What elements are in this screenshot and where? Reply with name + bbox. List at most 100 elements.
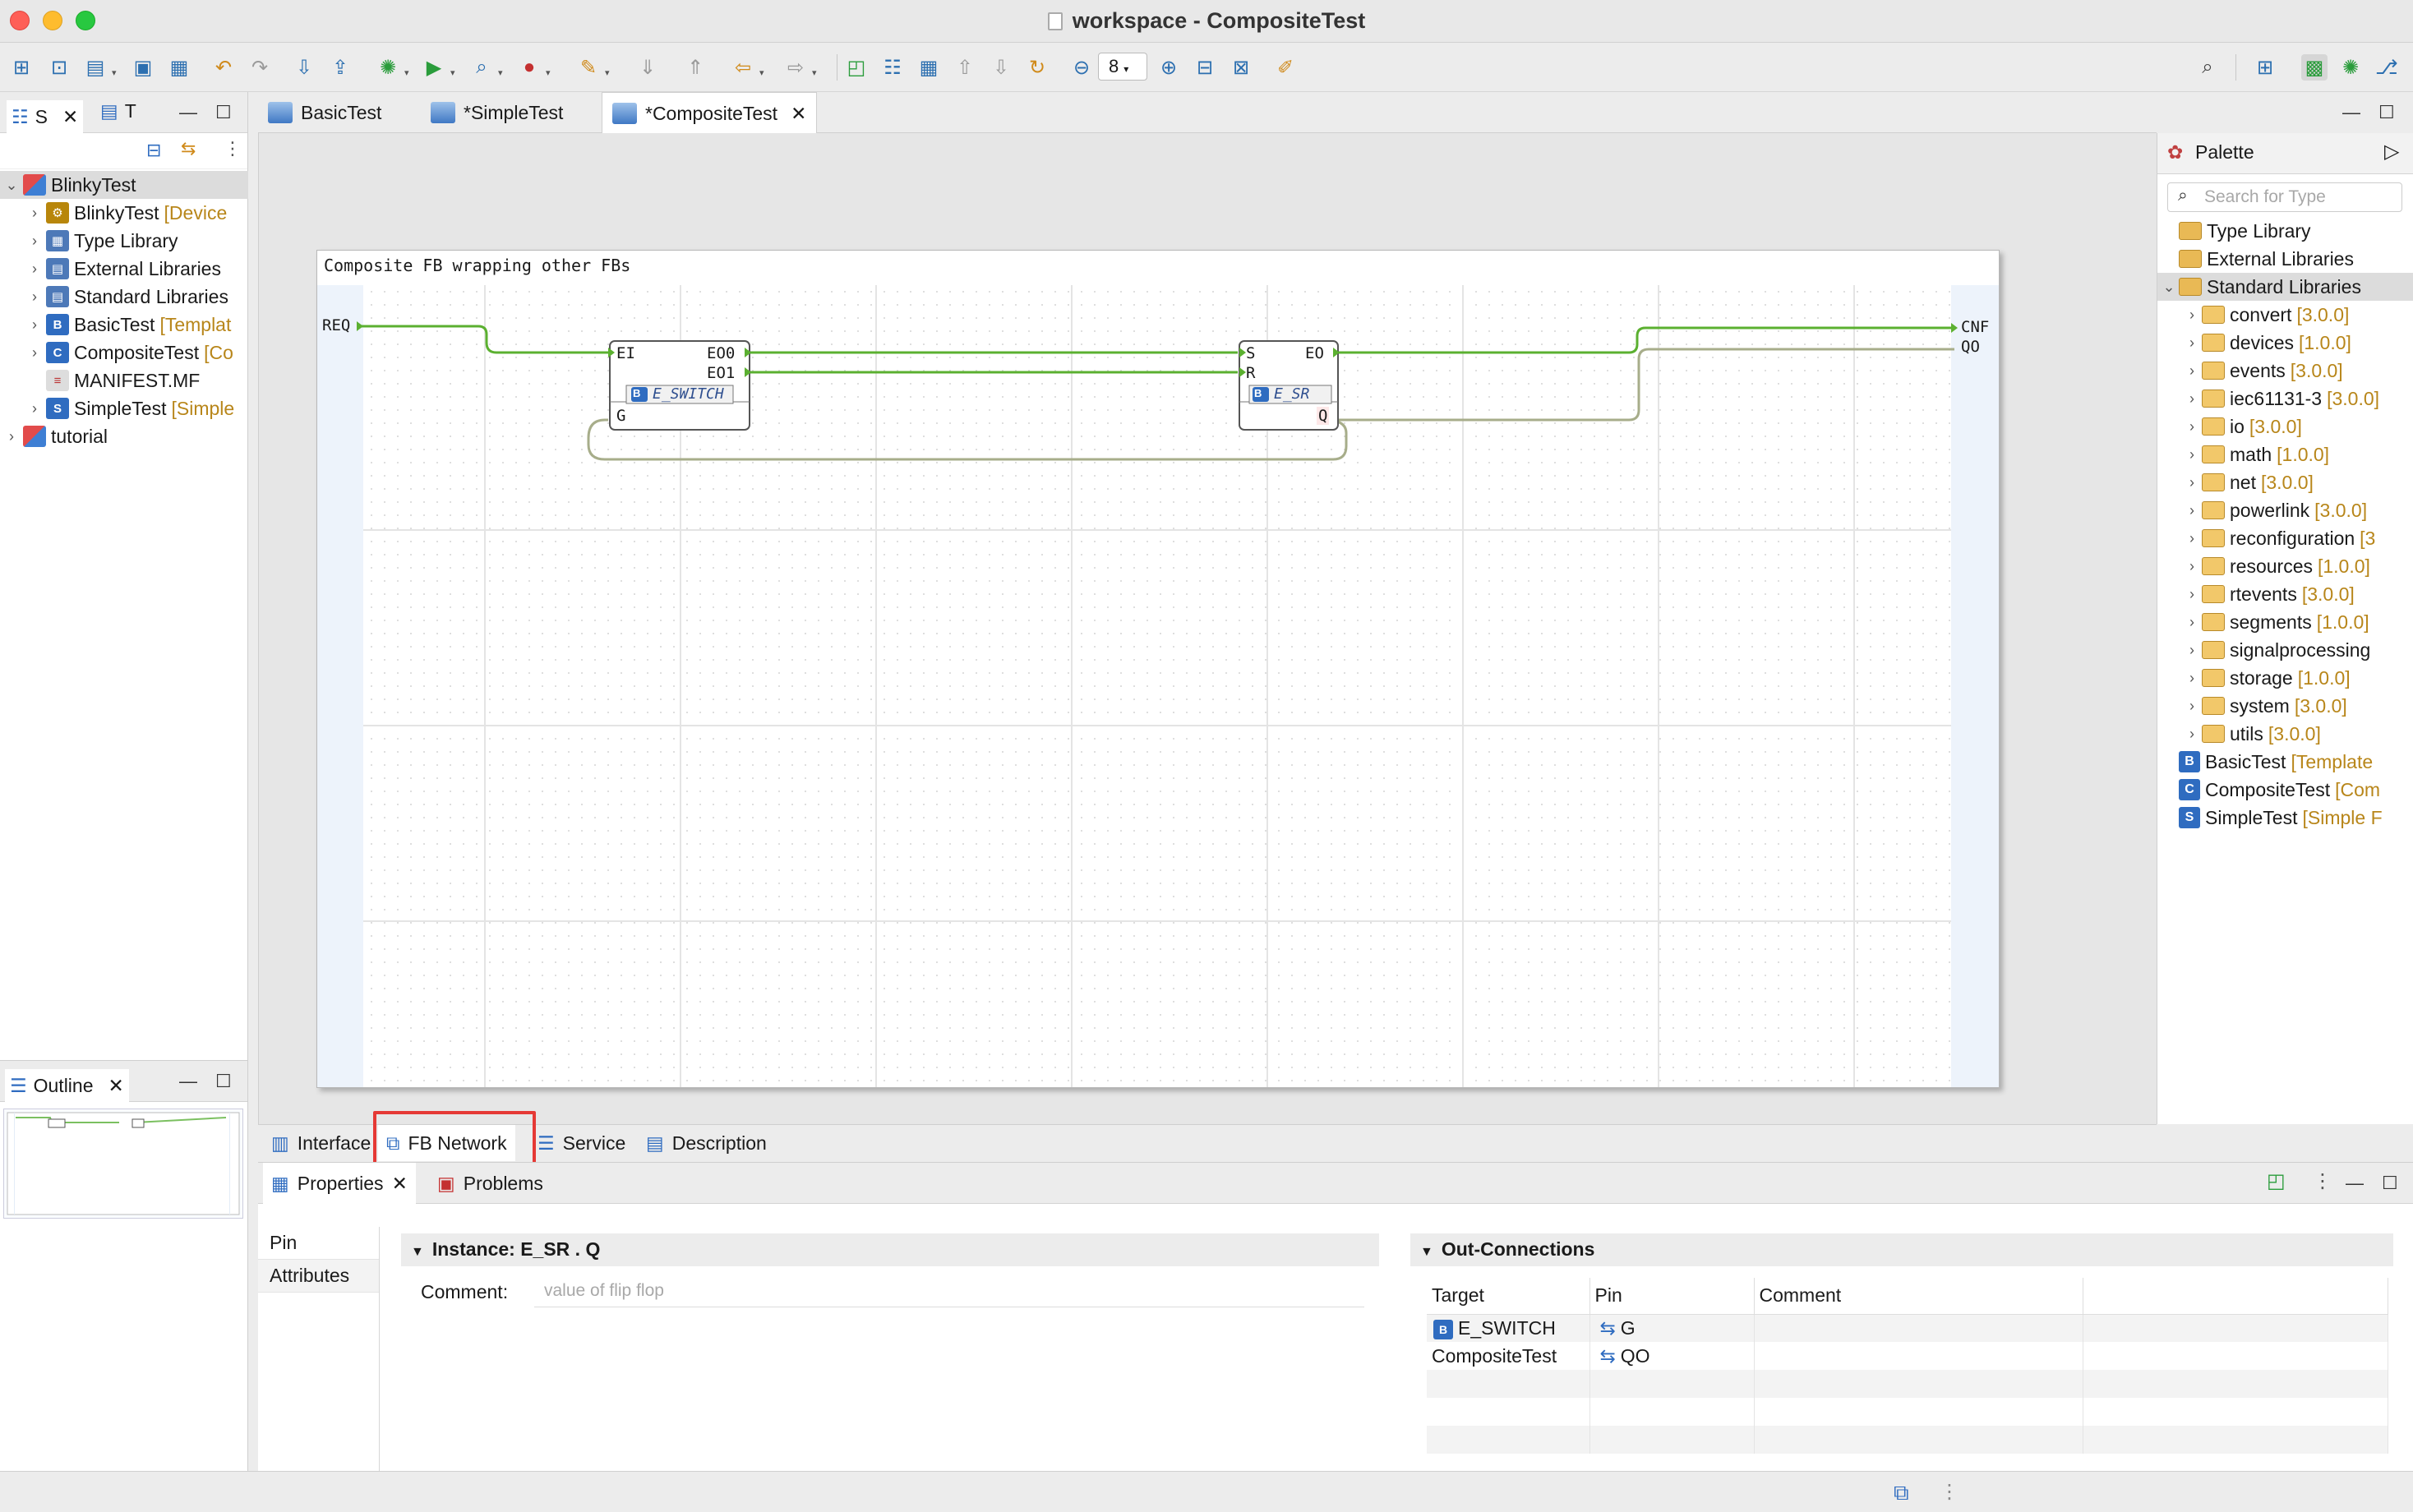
palette-item[interactable]: › signalprocessing: [2157, 636, 2413, 664]
chevron-right-icon[interactable]: ›: [2184, 418, 2200, 436]
chevron-right-icon[interactable]: ›: [2184, 362, 2200, 380]
chevron-right-icon[interactable]: ›: [2184, 474, 2200, 491]
save-icon[interactable]: ▣: [130, 54, 156, 81]
palette-item[interactable]: › reconfiguration [3: [2157, 524, 2413, 552]
move-up-icon[interactable]: ⇧: [952, 54, 978, 81]
search-icon[interactable]: ⌕: [2194, 54, 2221, 81]
palette-item[interactable]: B BasicTest [Template: [2157, 748, 2413, 776]
palette-item[interactable]: External Libraries: [2157, 245, 2413, 273]
palette-item[interactable]: › powerlink [3.0.0]: [2157, 496, 2413, 524]
redo-icon[interactable]: ↷: [247, 54, 273, 81]
chevron-right-icon[interactable]: ›: [3, 428, 20, 445]
table-row[interactable]: CompositeTest ⇆ QO: [1427, 1342, 2388, 1370]
move-down-icon[interactable]: ⇩: [988, 54, 1014, 81]
tree-item[interactable]: › S SimpleTest [Simple: [0, 394, 248, 422]
chevron-right-icon[interactable]: ›: [2184, 642, 2200, 659]
chevron-right-icon[interactable]: ›: [26, 205, 43, 222]
chevron-down-icon[interactable]: ⌄: [3, 177, 20, 194]
tab-outline[interactable]: ☰ Outline ✕: [5, 1069, 129, 1102]
close-icon[interactable]: ✕: [791, 103, 806, 125]
collapse-palette-icon[interactable]: ▷: [2384, 140, 2399, 164]
chevron-right-icon[interactable]: ›: [26, 400, 43, 417]
debug-perspective-icon[interactable]: ✺: [2337, 54, 2364, 81]
export-icon[interactable]: ⇪: [327, 54, 353, 81]
zoom-select[interactable]: 8 ▾: [1098, 53, 1147, 81]
chevron-right-icon[interactable]: ›: [2184, 307, 2200, 324]
palette-item[interactable]: › math [1.0.0]: [2157, 440, 2413, 468]
chevron-right-icon[interactable]: ›: [2184, 558, 2200, 575]
minimize-icon[interactable]: —: [2346, 1173, 2364, 1194]
chevron-down-icon[interactable]: ⌄: [2161, 279, 2177, 296]
maximize-icon[interactable]: ☐: [2378, 102, 2395, 123]
close-icon[interactable]: ✕: [62, 106, 78, 128]
link-editor-icon[interactable]: ⇆: [181, 138, 196, 159]
tree-item[interactable]: ⌄ BlinkyTest: [0, 171, 248, 199]
align-icon[interactable]: ☷: [879, 54, 906, 81]
palette-item[interactable]: › events [3.0.0]: [2157, 357, 2413, 385]
chevron-right-icon[interactable]: ›: [2184, 530, 2200, 547]
save-all-icon[interactable]: ▦: [166, 54, 192, 81]
status-icon[interactable]: ⧉: [1894, 1480, 1909, 1506]
pin-s[interactable]: S: [1246, 344, 1255, 362]
tree-item[interactable]: › B BasicTest [Templat: [0, 311, 248, 339]
tree-item[interactable]: › ▦ Type Library: [0, 227, 248, 255]
route-icon[interactable]: ↻: [1024, 54, 1050, 81]
palette-item[interactable]: › devices [1.0.0]: [2157, 329, 2413, 357]
palette-item[interactable]: › rtevents [3.0.0]: [2157, 580, 2413, 608]
minimize-icon[interactable]: —: [179, 1071, 197, 1092]
chevron-right-icon[interactable]: ›: [26, 344, 43, 362]
tab-basictest[interactable]: BasicTest: [258, 92, 391, 133]
tree-item[interactable]: › ⚙ BlinkyTest [Device: [0, 199, 248, 227]
palette-item[interactable]: S SimpleTest [Simple F: [2157, 804, 2413, 832]
out-connections-header[interactable]: ▼ Out-Connections: [1410, 1233, 2393, 1266]
chevron-right-icon[interactable]: ›: [2184, 502, 2200, 519]
forward-icon[interactable]: ⇨: [782, 54, 809, 81]
minimize-icon[interactable]: —: [2342, 102, 2360, 123]
side-tab-attributes[interactable]: Attributes: [258, 1260, 379, 1293]
table-row[interactable]: B E_SWITCH ⇆ G: [1427, 1314, 2388, 1342]
tab-simpletest[interactable]: *SimpleTest: [421, 92, 573, 133]
pin-q[interactable]: Q: [1317, 407, 1330, 425]
palette-item[interactable]: › iec61131-3 [3.0.0]: [2157, 385, 2413, 413]
tree-item[interactable]: › ▤ External Libraries: [0, 255, 248, 283]
tab-properties[interactable]: ▦ Properties ✕: [263, 1163, 416, 1204]
table-cell-comment[interactable]: [1754, 1314, 2083, 1342]
tab-compositetest[interactable]: *CompositeTest ✕: [602, 92, 818, 134]
new-project-icon[interactable]: ⊞: [8, 54, 35, 81]
maximize-icon[interactable]: ☐: [215, 1071, 232, 1092]
tree-item[interactable]: › ▤ Standard Libraries: [0, 283, 248, 311]
debug-dropdown-icon[interactable]: ▾: [404, 67, 409, 78]
zoom-in-icon[interactable]: ⊕: [1156, 54, 1182, 81]
open-perspective-icon[interactable]: ⊞: [2252, 54, 2278, 81]
view-menu-icon[interactable]: ⋮: [2313, 1169, 2332, 1193]
palette-item[interactable]: › utils [3.0.0]: [2157, 720, 2413, 748]
search-dropdown-icon[interactable]: ▾: [498, 67, 503, 78]
pen-dropdown-icon[interactable]: ▾: [605, 67, 610, 78]
fb-network-editor[interactable]: Composite FB wrapping other FBs REQ CNF …: [258, 133, 2157, 1124]
pin-eo0[interactable]: EO0: [707, 344, 735, 362]
chevron-right-icon[interactable]: ›: [2184, 614, 2200, 631]
tree-item[interactable]: ≡ MANIFEST.MF: [0, 366, 248, 394]
interface-output-cnf[interactable]: CNF: [1961, 318, 1989, 336]
interface-input-req[interactable]: REQ: [322, 316, 350, 334]
prev-annotation-icon[interactable]: ⇑: [682, 54, 708, 81]
palette-item[interactable]: C CompositeTest [Com: [2157, 776, 2413, 804]
search-tool-icon[interactable]: ⌕: [468, 54, 495, 81]
palette-item[interactable]: › net [3.0.0]: [2157, 468, 2413, 496]
pen-icon[interactable]: ✎: [575, 54, 602, 81]
deploy-icon[interactable]: ⇩: [291, 54, 317, 81]
palette-item[interactable]: › segments [1.0.0]: [2157, 608, 2413, 636]
fb-network-comment[interactable]: Composite FB wrapping other FBs: [324, 256, 630, 275]
external-tools-dropdown-icon[interactable]: ▾: [546, 67, 551, 78]
tab-problems[interactable]: ▣ Problems: [429, 1163, 551, 1204]
iec61499-perspective-icon[interactable]: ▩: [2301, 54, 2328, 81]
palette-search-input[interactable]: ⌕ Search for Type: [2167, 182, 2402, 212]
run-icon[interactable]: ▶: [421, 54, 447, 81]
back-icon[interactable]: ⇦: [730, 54, 756, 81]
chevron-right-icon[interactable]: ›: [2184, 670, 2200, 687]
column-header-comment[interactable]: Comment: [1754, 1278, 2083, 1315]
pin-ei[interactable]: EI: [616, 344, 635, 362]
instance-section-header[interactable]: ▼ Instance: E_SR . Q: [401, 1233, 1379, 1266]
pin-eo[interactable]: EO: [1305, 344, 1324, 362]
git-perspective-icon[interactable]: ⎇: [2374, 54, 2400, 81]
